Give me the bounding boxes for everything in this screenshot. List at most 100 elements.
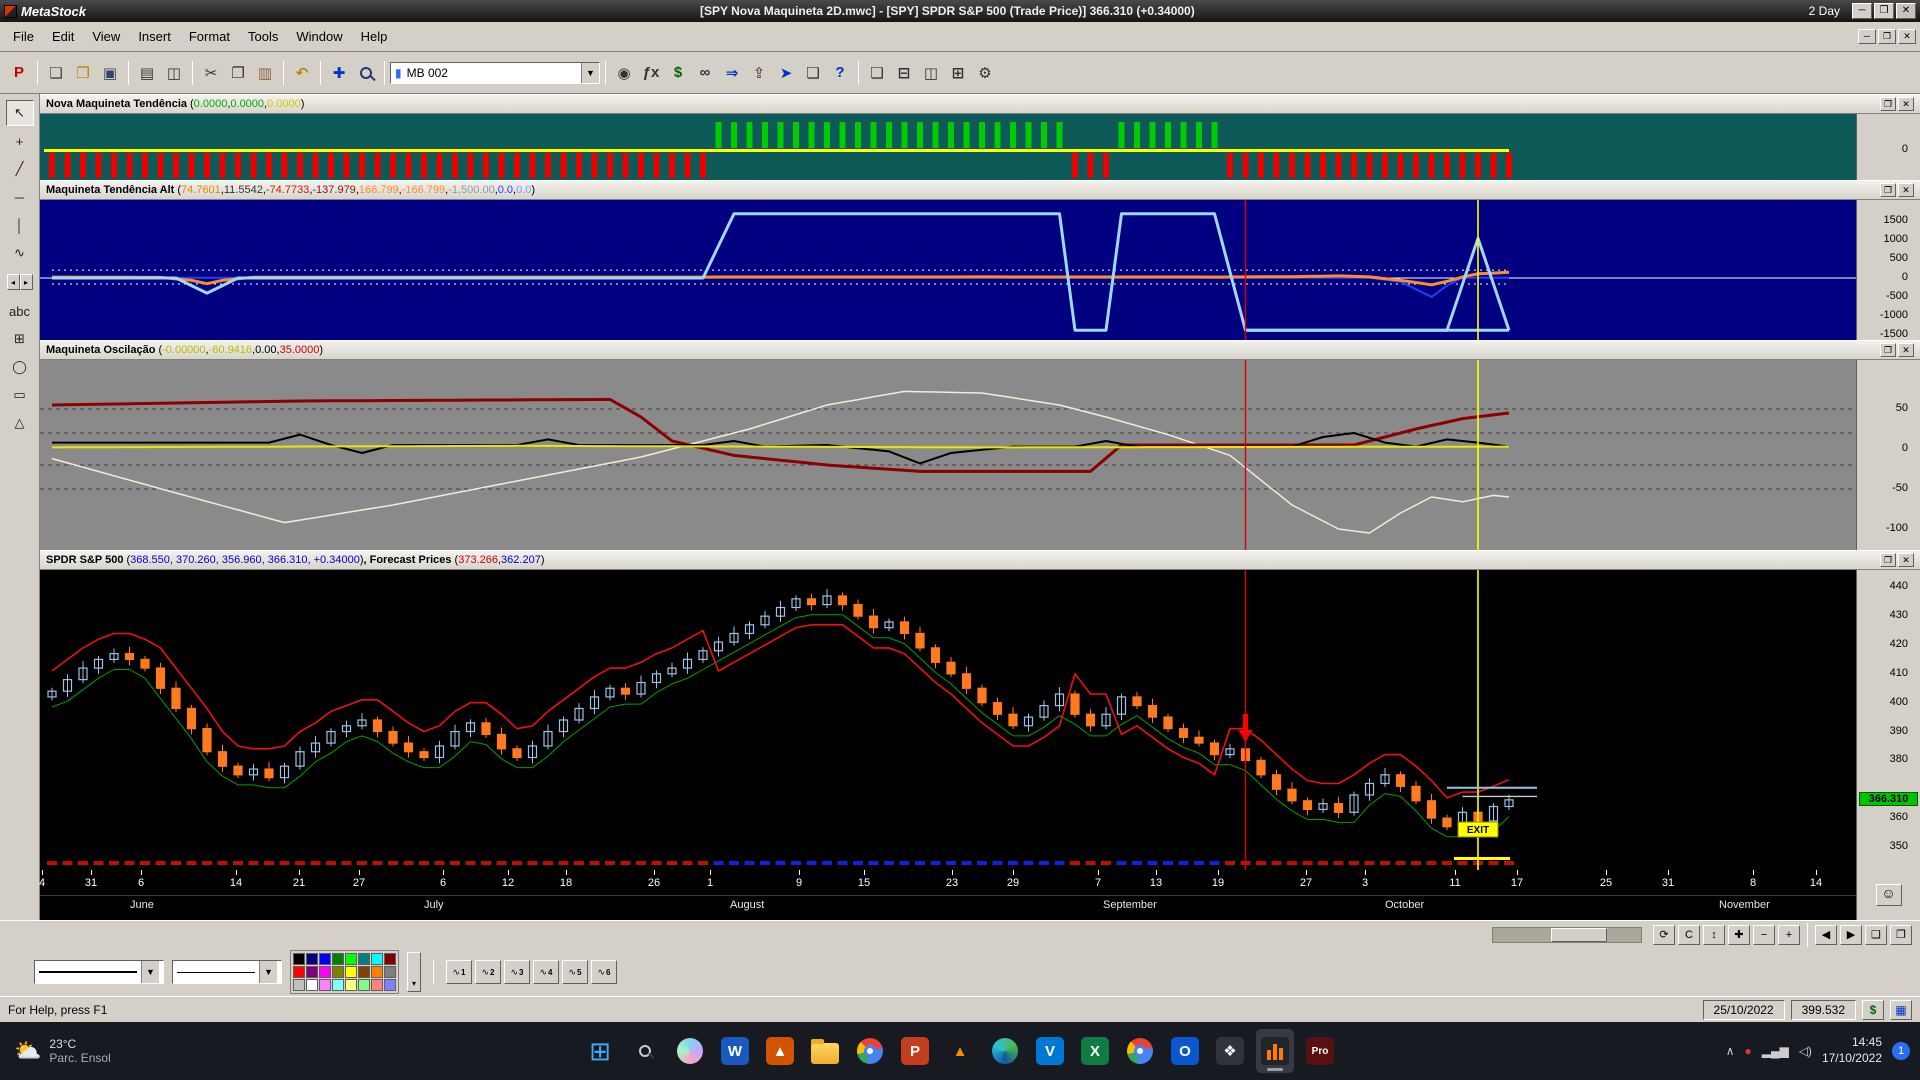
power-console-icon[interactable]: P (6, 60, 32, 86)
panel-title-bar[interactable]: Nova Maquineta Tendência (0.0000, 0.0000… (40, 94, 1920, 114)
store-icon[interactable]: ❖ (1211, 1029, 1249, 1073)
menu-tools[interactable]: Tools (239, 25, 287, 48)
grid-tool[interactable]: ⊞ (6, 326, 34, 352)
palette-color-swatch[interactable] (332, 966, 344, 978)
crosshair-icon[interactable]: ✚ (326, 60, 352, 86)
palette-color-swatch[interactable] (306, 953, 318, 965)
menu-window[interactable]: Window (287, 25, 351, 48)
menu-edit[interactable]: Edit (43, 25, 83, 48)
chevron-down-icon[interactable]: ▼ (141, 961, 159, 983)
cut-icon[interactable]: ✂ (198, 60, 224, 86)
minimize-button[interactable]: ─ (1852, 3, 1872, 19)
panel-restore-button[interactable]: ❐ (1880, 343, 1896, 357)
menu-view[interactable]: View (83, 25, 129, 48)
scrollbar-thumb[interactable] (1551, 928, 1607, 942)
chart-template-3-button[interactable]: ∿3 (504, 960, 530, 984)
crosshair-mode-button[interactable]: C (1678, 925, 1700, 945)
tile-horizontal-icon[interactable]: ⊟ (891, 60, 917, 86)
tile-vertical-icon[interactable]: ◫ (918, 60, 944, 86)
weather-widget[interactable]: ⛅ 23°C Parc. Ensol (0, 1037, 111, 1065)
refresh-button[interactable]: ⟳ (1653, 925, 1675, 945)
smiley-button[interactable]: ☺ (1876, 884, 1902, 906)
dollar-status-icon[interactable]: $ (1862, 1000, 1884, 1020)
browser-icon[interactable] (1121, 1029, 1159, 1073)
child-restore-button[interactable]: ❐ (1878, 29, 1896, 44)
panel-title-bar[interactable]: Maquineta Oscilação (-0.00000, -60.9416,… (40, 340, 1920, 360)
panel-chart[interactable]: EXIT (40, 570, 1856, 870)
chart-status-icon[interactable]: ▦ (1890, 1000, 1912, 1020)
close-button[interactable]: ✕ (1896, 3, 1916, 19)
palette-color-swatch[interactable] (306, 979, 318, 991)
vertical-line-tool[interactable]: │ (6, 212, 34, 238)
tile-grid-icon[interactable]: ⊞ (945, 60, 971, 86)
menu-file[interactable]: File (4, 25, 43, 48)
pointer-tool[interactable]: ↖ (6, 100, 34, 126)
restore-button[interactable]: ❐ (1874, 3, 1894, 19)
ellipse-tool[interactable]: ◯ (6, 354, 34, 380)
palette-color-swatch[interactable] (319, 953, 331, 965)
palette-color-swatch[interactable] (358, 953, 370, 965)
panel-chart[interactable] (40, 360, 1856, 550)
tools-next-arrow[interactable]: ▸ (20, 274, 33, 290)
panel-restore-button[interactable]: ❐ (1880, 553, 1896, 567)
new-icon[interactable]: ❏ (43, 60, 69, 86)
palette-color-swatch[interactable] (293, 966, 305, 978)
triangle-tool[interactable]: △ (6, 410, 34, 436)
edge-icon[interactable] (986, 1029, 1024, 1073)
stock-widget-icon[interactable]: ▲ (761, 1029, 799, 1073)
chrome-icon[interactable] (851, 1029, 889, 1073)
chart-template-4-button[interactable]: ∿4 (533, 960, 559, 984)
chart-template-2-button[interactable]: ∿2 (475, 960, 501, 984)
notification-badge[interactable]: 1 (1892, 1042, 1910, 1060)
scroll-right-button[interactable]: ▶ (1840, 925, 1862, 945)
palette-color-swatch[interactable] (293, 979, 305, 991)
palette-color-swatch[interactable] (306, 966, 318, 978)
hidden-icons-chevron[interactable]: ∧ (1726, 1044, 1735, 1058)
palette-color-swatch[interactable] (358, 966, 370, 978)
horizontal-scrollbar[interactable] (1492, 927, 1642, 943)
palette-color-swatch[interactable] (319, 979, 331, 991)
text-tool[interactable]: abc (6, 298, 34, 324)
palette-color-swatch[interactable] (293, 953, 305, 965)
copilot-icon[interactable] (671, 1029, 709, 1073)
vertical-scale-button[interactable]: ↕ (1703, 925, 1725, 945)
web-icon[interactable]: ◉ (611, 60, 637, 86)
chart-template-1-button[interactable]: ∿1 (446, 960, 472, 984)
palette-color-swatch[interactable] (384, 979, 396, 991)
palette-color-swatch[interactable] (319, 966, 331, 978)
help-pointer-icon[interactable]: ? (827, 60, 853, 86)
palette-color-swatch[interactable] (371, 953, 383, 965)
palette-color-swatch[interactable] (332, 979, 344, 991)
panel-title-bar[interactable]: Maquineta Tendência Alt ( 74.7601, 11.55… (40, 180, 1920, 200)
link-icon[interactable]: ⇒ (719, 60, 745, 86)
copy-icon[interactable]: ❐ (225, 60, 251, 86)
panel-chart[interactable] (40, 200, 1856, 340)
panel-restore-button[interactable]: ❐ (1880, 97, 1896, 111)
palette-color-swatch[interactable] (384, 953, 396, 965)
download-icon[interactable]: ⇪ (746, 60, 772, 86)
palette-color-swatch[interactable] (332, 953, 344, 965)
trendline-tool[interactable]: ╱ (6, 156, 34, 182)
panel-close-button[interactable]: ✕ (1898, 343, 1914, 357)
tools-prev-arrow[interactable]: ◂ (7, 274, 20, 290)
scroll-left-button[interactable]: ◀ (1815, 925, 1837, 945)
panel-title-bar[interactable]: SPDR S&P 500 (368.550, 370.260, 356.960,… (40, 550, 1920, 570)
taskbar-clock[interactable]: 14:45 17/10/2022 (1822, 1035, 1882, 1066)
palette-color-swatch[interactable] (371, 966, 383, 978)
open-icon[interactable]: ❐ (70, 60, 96, 86)
palette-color-swatch[interactable] (345, 966, 357, 978)
volume-icon[interactable]: ◁) (1799, 1044, 1812, 1058)
menu-insert[interactable]: Insert (129, 25, 180, 48)
symbol-select[interactable]: ▮MB 002▼ (390, 62, 600, 84)
wifi-icon[interactable]: ▂▄▆ (1762, 1044, 1789, 1058)
cascade-windows-icon[interactable]: ❏ (864, 60, 890, 86)
binoculars-icon[interactable]: ∞ (692, 60, 718, 86)
save-icon[interactable]: ▣ (97, 60, 123, 86)
palette-color-swatch[interactable] (345, 953, 357, 965)
zoom-icon[interactable] (353, 60, 379, 86)
palette-color-swatch[interactable] (358, 979, 370, 991)
palette-color-swatch[interactable] (384, 966, 396, 978)
page-prev-button[interactable]: ❏ (1865, 925, 1887, 945)
pan-mode-button[interactable]: ✚ (1728, 925, 1750, 945)
menu-help[interactable]: Help (352, 25, 397, 48)
